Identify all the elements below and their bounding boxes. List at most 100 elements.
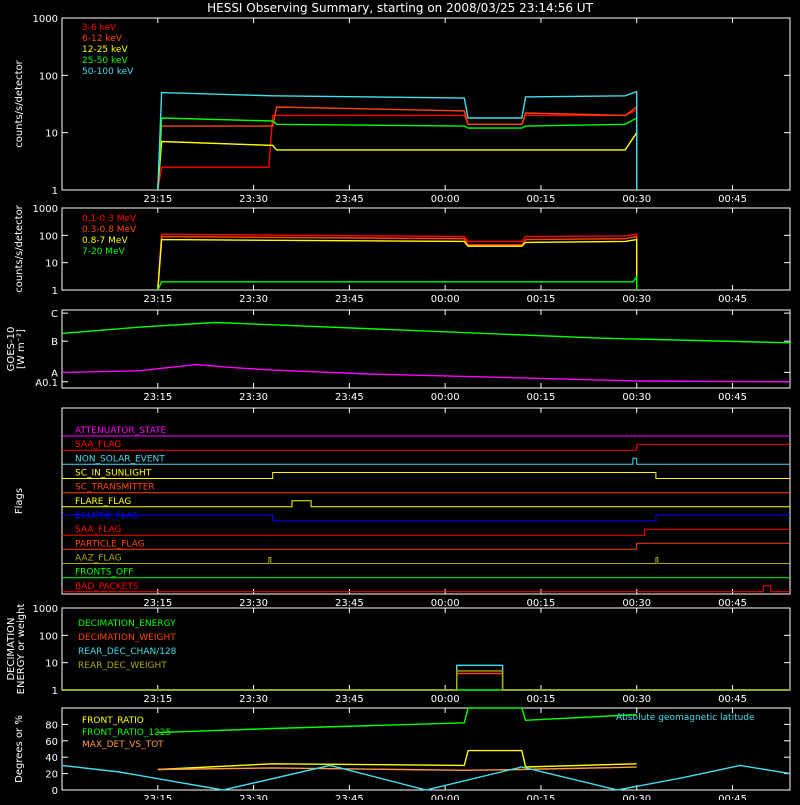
time-tick-label: 00:30 [622,392,651,403]
panel-frame [61,207,791,291]
time-tick-label: 23:30 [239,294,268,305]
panel-frame [61,17,791,191]
y-tick-label: B [51,337,58,348]
flag-label: ATTENUATOR_STATE [75,426,167,436]
time-tick-label: 23:45 [335,294,364,305]
time-tick-label: 23:15 [143,694,172,705]
panel-decimation: 23:15 23:30 23:45 00:00 00:15 00:30 00:45 DECIM… [6,604,791,705]
y-tick-label: A0.1 [35,378,58,389]
time-tick-label: 23:30 [239,598,268,609]
time-tick-label: 23:45 [335,598,364,609]
legend-entry: DECIMATION_ENERGY [78,619,176,629]
legend-entry: FRONT_RATIO_1225 [82,728,171,738]
flag-label: ECLIPSE_FLAG [75,511,139,521]
time-tick-label: 00:30 [622,194,651,205]
time-tick-label: 23:30 [239,194,268,205]
y-tick-label: 1000 [33,604,58,615]
flag-label: SC_TRANSMITTER [75,483,155,493]
series-line [157,116,638,191]
flag-label: AAZ_FLAG [75,554,122,564]
y-tick-label: 60 [45,737,58,748]
time-tick-label: 23:15 [143,392,172,403]
time-tick-label: 23:45 [335,194,364,205]
y-tick-label: 10 [45,259,58,270]
time-tick-label: 00:45 [718,694,747,705]
time-tick-label: 23:15 [143,194,172,205]
y-axis-label: counts/s/detector [14,59,25,147]
time-tick-label: 00:15 [527,794,556,800]
panel-frame [61,309,791,389]
y-tick-label: 100 [39,631,58,642]
time-tick-label: 00:00 [431,194,460,205]
y-tick-label: 10 [45,129,58,140]
time-tick-label: 00:30 [622,598,651,609]
annotation: Absolute geomagnetic latitude [616,713,755,723]
flag-line [62,514,790,522]
y-tick-label: 100 [39,231,58,242]
legend-entry: 7-20 MeV [82,247,126,257]
y-axis-label: counts/s/detector [14,204,25,292]
figure-canvas: HESSI Observing Summary, starting on 200… [6,1,791,805]
panel-high-energy: 23:15 23:30 23:45 00:00 00:15 00:30 00:45 count… [14,204,791,305]
flag-label: NON_SOLAR_EVENT [75,454,165,464]
flag-label: FRONTS_OFF [75,568,133,578]
y-tick-label: 0 [52,786,58,797]
flag-label: PARTICLE_FLAG [75,539,145,549]
y-axis-label-2: ENERGY or weight [16,604,27,695]
flag-label: SAA_FLAG [75,525,121,535]
time-tick-label: 00:00 [431,694,460,705]
time-tick-label: 00:15 [527,392,556,403]
panels: 23:15 23:30 23:45 00:00 00:15 00:30 00:45 count… [6,14,791,805]
series-line [157,90,638,191]
time-tick-label: 00:30 [622,294,651,305]
legend-entry: REAR_DEC_WEIGHT [78,661,167,671]
legend-entry: 0.8-7 MeV [82,236,128,246]
flag-line [62,500,790,508]
y-axis-label-2: [W m⁻²] [16,329,27,369]
legend-entry: DECIMATION_WEIGHT [78,633,176,643]
time-tick-label: 00:45 [718,294,747,305]
y-tick-label: 100 [39,71,58,82]
time-tick-label: 00:15 [527,294,556,305]
series-line [62,672,790,691]
flag-line [62,528,790,536]
panel-flags: 23:15 23:30 23:45 00:00 00:15 00:30 00:45 Flags… [14,407,791,609]
series-line [157,274,638,291]
series-line [157,766,637,772]
time-tick-label: 00:15 [527,694,556,705]
y-tick-label: 1000 [33,204,58,215]
y-axis-label: Degrees or % [14,715,25,783]
time-tick-label: 23:30 [239,794,268,800]
flag-line [62,557,790,564]
time-tick-label: 00:00 [431,794,460,800]
series-line [61,363,791,383]
time-tick-label: 00:45 [718,598,747,609]
legend-entry: 6-12 keV [82,34,123,44]
time-tick-label: 00:00 [431,294,460,305]
legend-entry: 0.3-0.8 MeV [82,225,137,235]
time-tick-label: 23:30 [239,392,268,403]
series-line [61,321,791,344]
panel-goes: 23:15 23:30 23:45 00:00 00:15 00:30 00:45GOES-… [6,309,791,403]
y-tick-label: 40 [45,753,58,764]
time-tick-label: 23:45 [335,392,364,403]
flag-line [62,443,790,451]
y-tick-label: C [51,309,58,320]
y-tick-label: A [51,368,58,379]
y-tick-label: 1 [52,186,58,197]
flag-line [62,457,790,465]
time-tick-label: 00:15 [527,598,556,609]
series-line [157,749,637,771]
time-tick-label: 23:15 [143,294,172,305]
y-tick-label: 1 [52,286,58,297]
y-tick-label: 20 [45,770,58,781]
time-tick-label: 23:30 [239,694,268,705]
time-tick-label: 00:30 [622,694,651,705]
time-tick-label: 00:45 [718,194,747,205]
y-tick-label: 80 [45,720,58,731]
time-tick-label: 23:45 [335,694,364,705]
legend-entry: MAX_DET_VS_TOT [82,740,164,750]
panel-ratios: 23:15 23:30 23:45 00:00 00:15 00:30 00:45 Degre… [14,707,791,805]
legend-entry: REAR_DEC_CHAN/128 [78,647,177,657]
time-tick-label: 00:00 [431,392,460,403]
